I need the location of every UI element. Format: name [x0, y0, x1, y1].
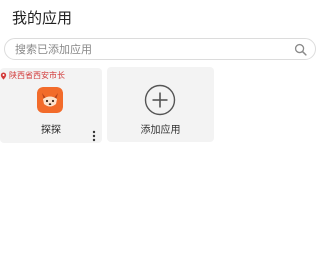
- location-pin-icon: [0, 71, 7, 80]
- add-app-label: 添加应用: [140, 125, 181, 136]
- add-app-button[interactable]: 添加应用: [107, 67, 214, 142]
- fox-app-icon: [37, 87, 63, 113]
- app-name: 探探: [41, 125, 61, 136]
- plus-circle-icon: [144, 84, 176, 116]
- search-icon[interactable]: [294, 43, 307, 56]
- location-text: 陕西省西安市长: [9, 71, 65, 80]
- search-bar[interactable]: [4, 38, 316, 60]
- page-title: 我的应用: [12, 9, 73, 27]
- search-input[interactable]: [15, 41, 285, 57]
- location-tag: 陕西省西安市长: [0, 70, 65, 81]
- more-options-icon[interactable]: [92, 130, 96, 142]
